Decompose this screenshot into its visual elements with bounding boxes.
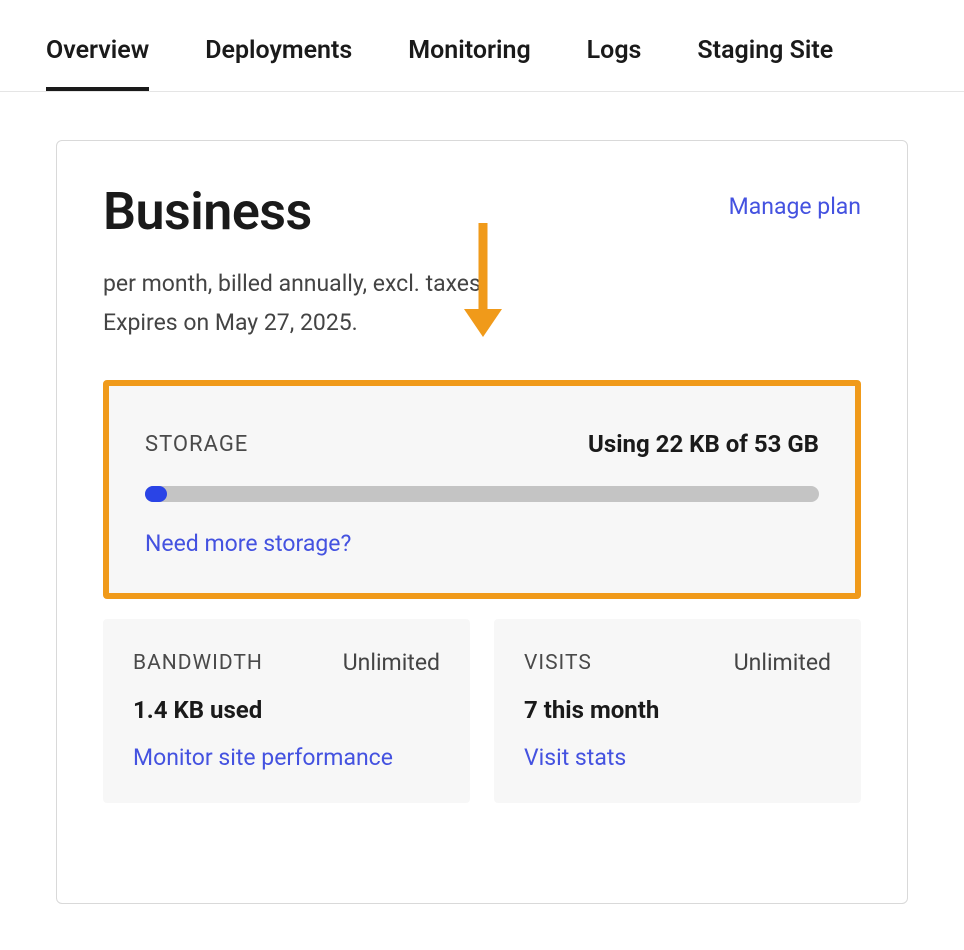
bandwidth-header: BANDWIDTH Unlimited: [133, 649, 440, 676]
tab-logs[interactable]: Logs: [587, 36, 642, 91]
storage-header: STORAGE Using 22 KB of 53 GB: [145, 430, 819, 458]
bandwidth-label: BANDWIDTH: [133, 651, 263, 675]
manage-plan-link[interactable]: Manage plan: [729, 181, 861, 220]
bandwidth-panel: BANDWIDTH Unlimited 1.4 KB used Monitor …: [103, 619, 470, 803]
info-row: BANDWIDTH Unlimited 1.4 KB used Monitor …: [103, 619, 861, 803]
visits-value: 7 this month: [524, 696, 831, 724]
visits-limit: Unlimited: [734, 649, 831, 676]
visits-header: VISITS Unlimited: [524, 649, 831, 676]
visits-panel: VISITS Unlimited 7 this month Visit stat…: [494, 619, 861, 803]
visit-stats-link[interactable]: Visit stats: [524, 744, 831, 771]
storage-panel: STORAGE Using 22 KB of 53 GB Need more s…: [103, 380, 861, 599]
annotation-arrow-icon: [460, 223, 506, 343]
bandwidth-value: 1.4 KB used: [133, 696, 440, 724]
content-area: Business Manage plan per month, billed a…: [0, 92, 964, 904]
visits-label: VISITS: [524, 651, 592, 675]
plan-title: Business: [103, 181, 312, 242]
tab-overview[interactable]: Overview: [46, 36, 149, 91]
tab-bar: Overview Deployments Monitoring Logs Sta…: [0, 0, 964, 92]
plan-card: Business Manage plan per month, billed a…: [56, 140, 908, 904]
storage-usage: Using 22 KB of 53 GB: [588, 430, 819, 458]
storage-label: STORAGE: [145, 432, 248, 457]
tab-monitoring[interactable]: Monitoring: [408, 36, 530, 91]
monitor-performance-link[interactable]: Monitor site performance: [133, 744, 440, 771]
tab-deployments[interactable]: Deployments: [205, 36, 352, 91]
bandwidth-limit: Unlimited: [343, 649, 440, 676]
need-more-storage-link[interactable]: Need more storage?: [145, 530, 819, 557]
storage-progress-bar: [145, 486, 819, 502]
storage-progress-fill: [145, 486, 167, 502]
tab-staging[interactable]: Staging Site: [697, 36, 833, 91]
